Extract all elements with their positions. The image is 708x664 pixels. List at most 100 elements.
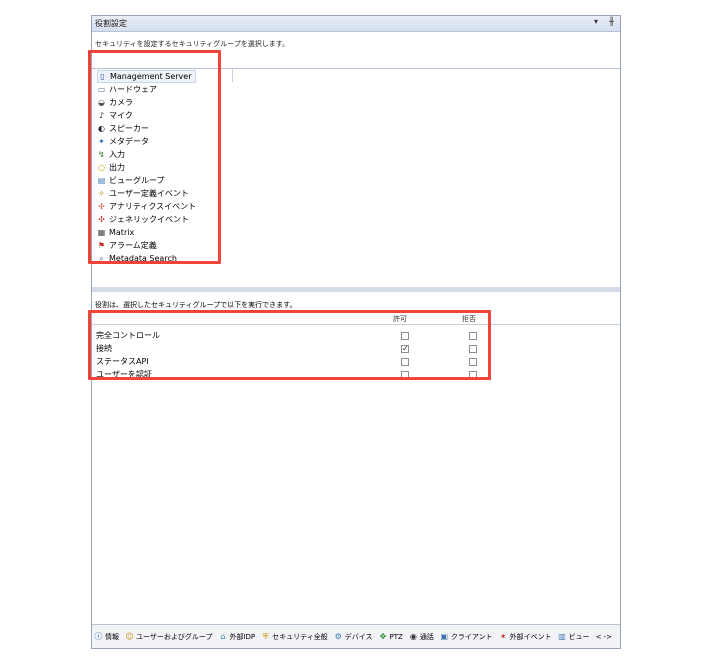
permission-label: 完全コントロール [96,331,160,340]
bottom-tab[interactable]: ⛨ セキュリティ全般 [261,632,328,642]
matrix-icon: ▦ [97,227,106,237]
alarm-icon: ⚑ [97,240,106,250]
tree-item[interactable]: ▦ Matrix [97,226,134,239]
tree-item-label: アラーム定義 [109,241,157,250]
tree-item[interactable]: ○ 出力 [97,161,125,174]
deny-column-header: 拒否 [462,315,476,323]
view-group-icon: ▤ [97,175,106,185]
tree-item-label: スピーカー [109,124,149,133]
deny-checkbox[interactable] [469,332,477,340]
bottom-tab[interactable]: ▥ ビュー [558,631,590,642]
panel-titlebar: 役割設定 ▾ ╫ [92,16,620,32]
bottom-tab-label: クライアント [450,632,493,641]
security-icon: ⛨ [262,631,269,641]
tree-item[interactable]: ▭ ハードウェア [97,83,157,96]
tree-item[interactable]: ⌕ Metadata Search [97,252,177,265]
tree-item-label: 出力 [109,163,125,172]
speaker-icon: ◐ [98,123,105,133]
generic-event-icon: ✣ [98,214,105,224]
bottom-tab[interactable]: ◉ 通話 [409,632,434,642]
bottom-tab[interactable]: ⓘ 情報 [94,631,120,642]
deny-checkbox[interactable] [469,371,477,379]
ptz-icon: ✥ [379,631,387,641]
bottom-tab[interactable]: ⌂ 外部IDP [218,632,255,642]
permission-label: 接続 [96,344,112,353]
output-icon: ○ [98,162,105,172]
instruction-text: セキュリティを設定するセキュリティグループを選択します。 [95,40,290,48]
bottom-tab[interactable]: ☺ ユーザーおよびグループ [125,632,212,642]
server-icon: ▯ [100,71,105,81]
tree-item[interactable]: ◒ カメラ [97,96,133,109]
speech-icon: ◉ [409,631,417,641]
permissions-description: 役割は、選択したセキュリティグループで以下を実行できます。 [95,301,297,309]
metadata-search-icon: ⌕ [99,253,104,263]
tree-column-divider [232,68,233,82]
pin-icon[interactable]: ╫ [609,17,614,26]
view-icon: ▥ [558,631,566,641]
bottom-tab-label: ビュー [568,632,590,641]
tree-item[interactable]: ✦ メタデータ [97,135,149,148]
tree-item[interactable]: ♪ マイク [97,109,133,122]
permissions-section: 役割は、選択したセキュリティグループで以下を実行できます。 許可 拒否 完全コン… [92,292,620,623]
tree-item-label: Matrix [109,228,135,237]
tree-item-label: カメラ [109,98,133,107]
bottom-tab-label: 外部イベント [509,632,552,641]
device-icon: ⚙ [334,631,342,641]
tree-item-label: メタデータ [109,137,149,146]
deny-checkbox[interactable] [469,358,477,366]
deny-checkbox[interactable] [469,345,477,353]
allow-checkbox[interactable]: ✓ [401,345,409,353]
tree-item-label: Metadata Search [109,254,177,263]
bottom-tab-label: ユーザーおよびグループ [136,632,213,641]
bottom-tab-label: 通話 [419,632,434,641]
bottom-tab[interactable]: ✥ PTZ [379,632,403,641]
tree-item-label: ジェネリックイベント [109,215,189,224]
tree-item-label: ユーザー定義イベント [109,189,189,198]
bottom-tab-label: 外部IDP [229,632,256,641]
allow-checkbox[interactable] [401,332,409,340]
bottom-tab-label: PTZ [389,632,403,641]
tree-item[interactable]: ▯ Management Server [97,70,197,83]
tab-scroll-arrows[interactable]: < -> [596,633,612,641]
tree-item[interactable]: ✧ ユーザー定義イベント [97,187,189,200]
tree-item-label: アナリティクスイベント [109,202,197,211]
tree-item-label: Management Server [110,72,192,81]
hardware-icon: ▭ [97,84,106,94]
external-idp-icon: ⌂ [220,631,226,641]
bottom-tab[interactable]: ✶ 外部イベント [499,632,552,642]
allow-checkbox[interactable] [401,371,409,379]
input-icon: ↯ [98,149,105,159]
info-icon: ⓘ [94,631,103,641]
bottom-tab-label: 情報 [105,632,119,641]
tree-item[interactable]: ✣ ジェネリックイベント [97,213,189,226]
metadata-icon: ✦ [98,136,105,146]
analytics-event-icon: ✢ [98,201,105,211]
bottom-tab-bar: ⓘ 情報 ☺ ユーザーおよびグループ ⌂ 外部IDP ⛨ セキュリティ全般 ⚙ デバイス ✥ PTZ ◉… [92,624,620,648]
allow-column-header: 許可 [393,315,407,323]
tree-item[interactable]: ▤ ビューグループ [97,174,165,187]
permission-label: ユーザーを認証 [96,370,152,379]
client-icon: ▣ [440,631,449,641]
bottom-tab-label: デバイス [344,632,373,641]
tree-item-label: マイク [109,111,133,120]
external-event-icon: ✶ [499,631,507,641]
bottom-tab[interactable]: ▣ クライアント [440,632,493,642]
microphone-icon: ♪ [98,110,105,120]
role-settings-panel: 役割設定 ▾ ╫ セキュリティを設定するセキュリティグループを選択します。 ▯ M… [91,15,621,649]
panel-title: 役割設定 [95,19,127,28]
tree-item-label: ハードウェア [109,85,157,94]
tree-item[interactable]: ✢ アナリティクスイベント [97,200,196,213]
tree-item[interactable]: ↯ 入力 [97,148,125,161]
bottom-tab[interactable]: ⚙ デバイス [334,632,373,642]
bottom-tab-label: セキュリティ全般 [272,632,328,641]
camera-icon: ◒ [98,97,105,107]
tree-item-label: ビューグループ [109,176,165,185]
tree-item-label: 入力 [109,150,125,159]
tree-item[interactable]: ⚑ アラーム定義 [97,239,157,252]
tree-item[interactable]: ◐ スピーカー [97,122,149,135]
users-icon: ☺ [125,631,134,641]
permissions-separator [92,324,620,325]
permission-label: ステータスAPI [96,357,149,366]
allow-checkbox[interactable] [401,358,409,366]
dropdown-arrow-icon[interactable]: ▾ [594,17,598,26]
